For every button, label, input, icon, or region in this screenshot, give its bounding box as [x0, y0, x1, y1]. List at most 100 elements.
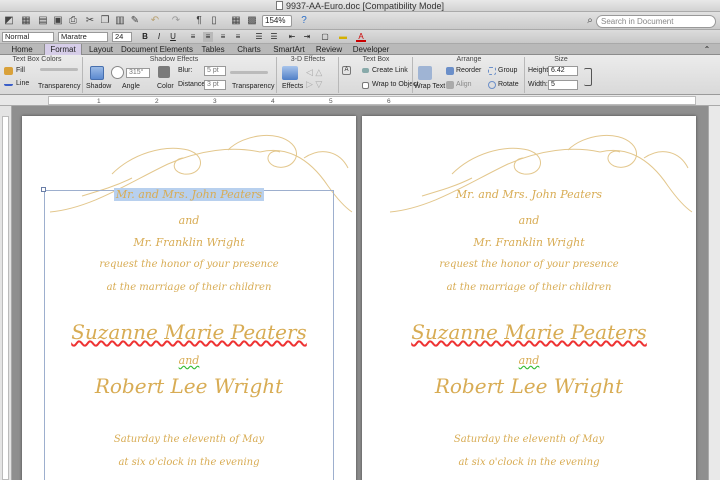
angle-dial-icon[interactable]	[111, 66, 124, 79]
group-shadow-effects: Shadow Effects	[149, 56, 199, 63]
new-document-icon[interactable]: ◩	[3, 15, 15, 27]
lock-aspect-icon[interactable]	[584, 68, 592, 86]
wrap-text-label: Wrap Text	[414, 83, 446, 90]
tab-tables[interactable]: Tables	[196, 44, 230, 55]
document-icon	[275, 1, 283, 10]
text-direction-icon[interactable]: A	[342, 66, 351, 75]
media-browser-icon[interactable]: ▩	[246, 15, 258, 27]
justify-icon[interactable]: ≡	[233, 32, 243, 42]
date-line: Saturday the eleventh of May	[113, 434, 265, 445]
copy-icon[interactable]: ❐	[99, 15, 111, 27]
font-color-button[interactable]: A	[356, 32, 366, 42]
search-input[interactable]: Search in Document	[596, 15, 716, 28]
shadow-icon[interactable]	[90, 66, 104, 80]
and-line-2: and	[178, 354, 200, 367]
line-button[interactable]: Line	[16, 80, 29, 87]
group-text-box-colors: Text Box Colors	[12, 56, 62, 63]
align-left-icon[interactable]: ≡	[188, 32, 198, 42]
effects-label: Effects	[282, 83, 304, 90]
shadow-transparency-slider[interactable]	[230, 71, 268, 74]
shadow-color-icon[interactable]	[158, 66, 170, 78]
line-icon	[4, 80, 13, 86]
ribbon-tabs: Home Format Layout Document Elements Tab…	[0, 44, 720, 55]
ribbon-format: Text Box Colors Fill Line Transparency S…	[0, 55, 720, 95]
bullets-icon[interactable]: ☰	[254, 32, 264, 42]
distance-input[interactable]: 3 pt	[204, 80, 226, 90]
rotate-button[interactable]: Rotate	[498, 81, 519, 88]
zoom-select[interactable]: 154%	[262, 15, 292, 27]
height-input[interactable]: 6.42	[548, 66, 578, 76]
font-select[interactable]: Maratre	[58, 32, 108, 42]
title-bar: 9937-AA-Euro.doc [Compatibility Mode]	[0, 0, 720, 12]
tab-document-elements[interactable]: Document Elements	[120, 44, 194, 55]
paste-icon[interactable]: ▥	[114, 15, 126, 27]
wrap-text-icon[interactable]	[418, 66, 432, 80]
bold-button[interactable]: B	[140, 32, 150, 42]
selected-text[interactable]: Mr. and Mrs. John Peaters	[113, 188, 265, 201]
increase-indent-icon[interactable]: ⇥	[302, 32, 312, 42]
request-line: request the honor of your presence	[439, 259, 619, 270]
shadow-transparency-label: Transparency	[232, 83, 275, 90]
tilt-arrows-icon[interactable]: ◁ △ ▷ ▽	[306, 66, 334, 90]
document-workspace[interactable]: Mr. and Mrs. John Peaters and Mr. Frankl…	[12, 106, 708, 480]
reorder-icon	[446, 67, 454, 75]
fill-button[interactable]: Fill	[16, 67, 25, 74]
ruler-number: 4	[271, 98, 275, 105]
3d-effects-icon[interactable]	[282, 66, 298, 80]
width-label: Width:	[528, 81, 548, 88]
reorder-button[interactable]: Reorder	[456, 67, 481, 74]
decrease-indent-icon[interactable]: ⇤	[287, 32, 297, 42]
tab-developer[interactable]: Developer	[348, 44, 394, 55]
vertical-scrollbar[interactable]	[708, 106, 720, 480]
group-arrange: Arrange	[456, 56, 482, 63]
save-icon[interactable]: ▣	[52, 15, 64, 27]
transparency-slider[interactable]	[40, 68, 78, 71]
gallery-icon[interactable]: ▦	[20, 15, 32, 27]
underline-button[interactable]: U	[168, 32, 178, 42]
align-right-icon[interactable]: ≡	[218, 32, 228, 42]
divider	[338, 57, 339, 93]
tab-home[interactable]: Home	[2, 44, 42, 55]
tab-format[interactable]: Format	[44, 44, 82, 55]
create-link-button[interactable]: Create Link	[372, 67, 408, 74]
cut-icon[interactable]: ✂	[84, 15, 96, 27]
open-icon[interactable]: ▤	[37, 15, 49, 27]
italic-button[interactable]: I	[154, 32, 164, 42]
ruler-number: 5	[329, 98, 333, 105]
highlight-icon[interactable]: ▬	[338, 32, 348, 42]
search-icon[interactable]: ⌕	[584, 15, 596, 27]
angle-input[interactable]: 315°	[126, 68, 150, 78]
print-icon[interactable]: ⎙	[67, 15, 79, 27]
redo-icon[interactable]: ↷	[170, 15, 182, 27]
vertical-ruler[interactable]	[0, 106, 12, 480]
style-select[interactable]: Normal	[2, 32, 54, 42]
horizontal-ruler[interactable]: 1 2 3 4 5 6	[0, 95, 720, 106]
tab-layout[interactable]: Layout	[84, 44, 118, 55]
group-button[interactable]: Group	[498, 67, 517, 74]
blur-input[interactable]: 5 pt	[204, 66, 226, 76]
paragraph-marks-icon[interactable]: ¶	[193, 15, 205, 27]
undo-icon[interactable]: ↶	[149, 15, 161, 27]
collapse-ribbon-icon[interactable]: ⌃	[700, 44, 714, 55]
borders-icon[interactable]: ▢	[320, 32, 330, 42]
font-size-select[interactable]: 24	[112, 32, 132, 42]
page-left[interactable]: Mr. and Mrs. John Peaters and Mr. Frankl…	[22, 116, 356, 480]
page-right[interactable]: Mr. and Mrs. John Peaters and Mr. Frankl…	[362, 116, 696, 480]
tab-smartart[interactable]: SmartArt	[268, 44, 310, 55]
numbering-icon[interactable]: ☰	[269, 32, 279, 42]
toolbox-icon[interactable]: ▦	[230, 15, 242, 27]
format-painter-icon[interactable]: ✎	[129, 15, 141, 27]
bride-name: Suzanne Marie Peaters	[411, 320, 647, 344]
wrap-to-object-checkbox[interactable]	[362, 82, 369, 89]
width-input[interactable]: 5	[548, 80, 578, 90]
height-label: Height:	[528, 67, 551, 74]
align-center-icon[interactable]: ≡	[203, 32, 213, 42]
help-icon[interactable]: ?	[298, 15, 310, 27]
tab-review[interactable]: Review	[312, 44, 346, 55]
tab-charts[interactable]: Charts	[232, 44, 266, 55]
sidebar-icon[interactable]: ▯	[208, 15, 220, 27]
align-button[interactable]: Align	[456, 81, 472, 88]
divider	[276, 57, 277, 93]
window-title: 9937-AA-Euro.doc [Compatibility Mode]	[285, 1, 445, 11]
formatting-toolbar: Normal Maratre 24 B I U ≡ ≡ ≡ ≡ ☰ ☰ ⇤ ⇥ …	[0, 30, 720, 44]
